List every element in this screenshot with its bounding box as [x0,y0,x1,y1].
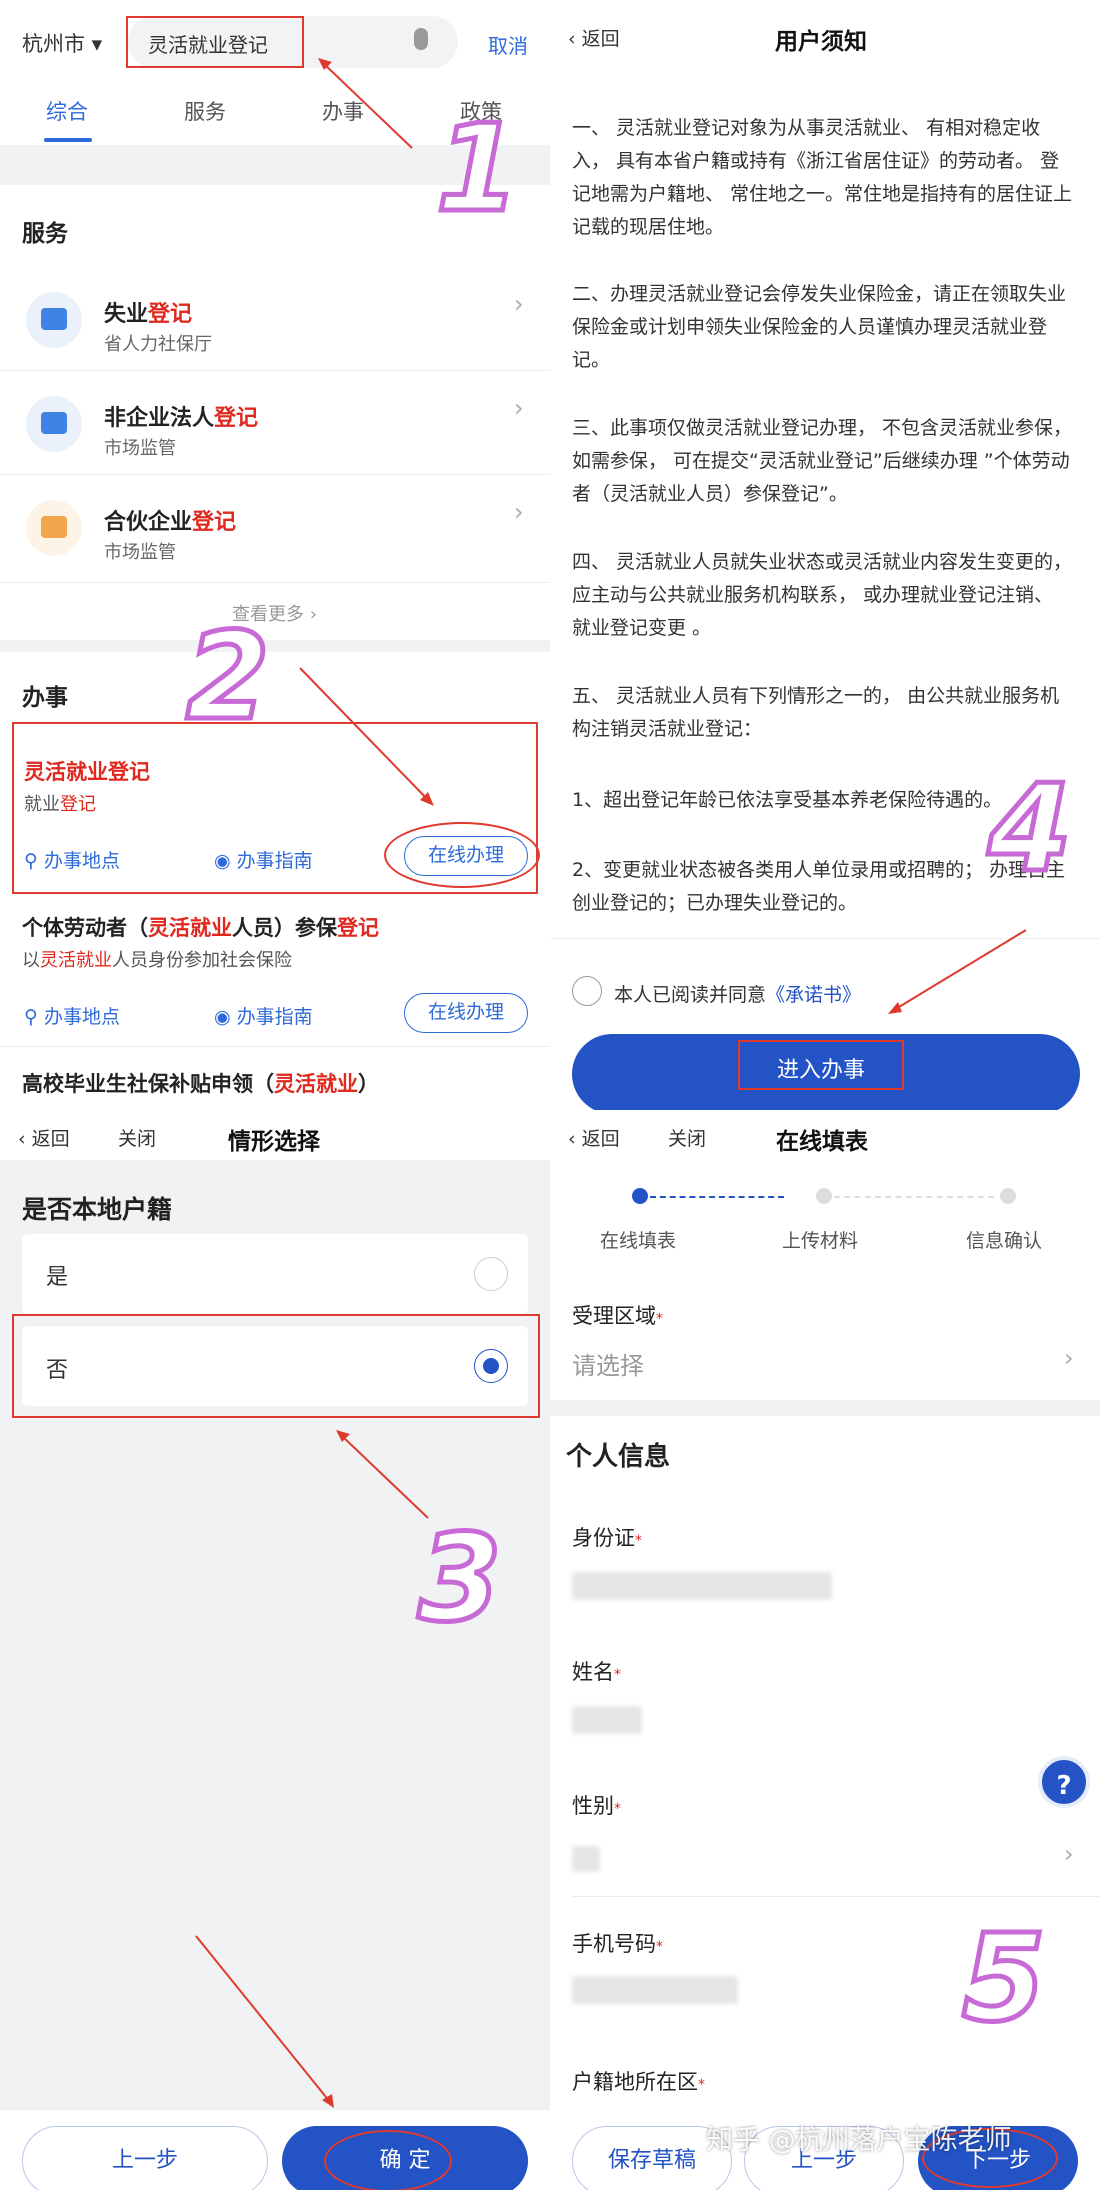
area-label: 受理区域* [572,1304,663,1328]
step-label: 信息确认 [966,1230,1043,1252]
section-title: 个人信息 [566,1442,671,1472]
step-label: 在线填表 [600,1230,677,1252]
phone-label: 手机号码* [572,1932,663,1956]
annotation-arrows [195,1430,429,2108]
annotation-arrows [299,58,434,806]
search-results-panel: 杭州市 ▾ 灵活就业登记 取消 综合 服务 办事 政策 服务 失业登记 省人力社… [0,0,550,1110]
annotation-number: 5 [960,1908,1048,2052]
annotation-arrows [888,929,1027,1014]
gender-label: 性别* [572,1794,621,1818]
area-select[interactable]: 请选择 › [550,1332,1100,1392]
step-connector [650,1196,784,1198]
online-form-panel: ‹ 返回 关闭 在线填表 在线填表 上传材料 信息确认 受理区域* 请选择 › … [550,1110,1100,2190]
gender-select[interactable]: › [550,1830,1100,1890]
name-input[interactable] [572,1706,642,1734]
chevron-right-icon: › [1064,1840,1074,1868]
situation-select-panel: ‹ 返回 关闭 情形选择 是否本地户籍 是 否 3 上一步 确 定 [0,1110,550,2190]
gender-value [572,1846,600,1872]
help-button[interactable]: ? [1038,1756,1090,1808]
step-dot [816,1188,832,1204]
id-input[interactable] [572,1572,832,1600]
user-notice-panel: ‹ 返回 用户须知 一、 灵活就业登记对象为从事灵活就业、 有相对稳定收入， 具… [550,0,1100,1110]
step-label: 上传材料 [782,1230,859,1252]
chevron-right-icon: › [1064,1344,1074,1372]
phone-input[interactable] [572,1976,738,2004]
watermark: 知乎 @杭州落户宝陈老师 [706,2125,1012,2156]
close-button[interactable]: 关闭 [668,1124,706,1151]
step-dot-active [632,1188,648,1204]
area-placeholder: 请选择 [572,1352,644,1380]
divider [572,1896,1100,1897]
page-title: 在线填表 [776,1129,868,1155]
step-connector [834,1196,994,1198]
hukou-district-label: 户籍地所在区* [572,2070,705,2094]
back-button[interactable]: ‹ 返回 [568,1124,620,1151]
chevron-left-icon: ‹ [568,1128,582,1150]
divider-band [550,1400,1100,1416]
name-label: 姓名* [572,1660,621,1684]
id-label: 身份证* [572,1526,642,1550]
step-dot [1000,1188,1016,1204]
